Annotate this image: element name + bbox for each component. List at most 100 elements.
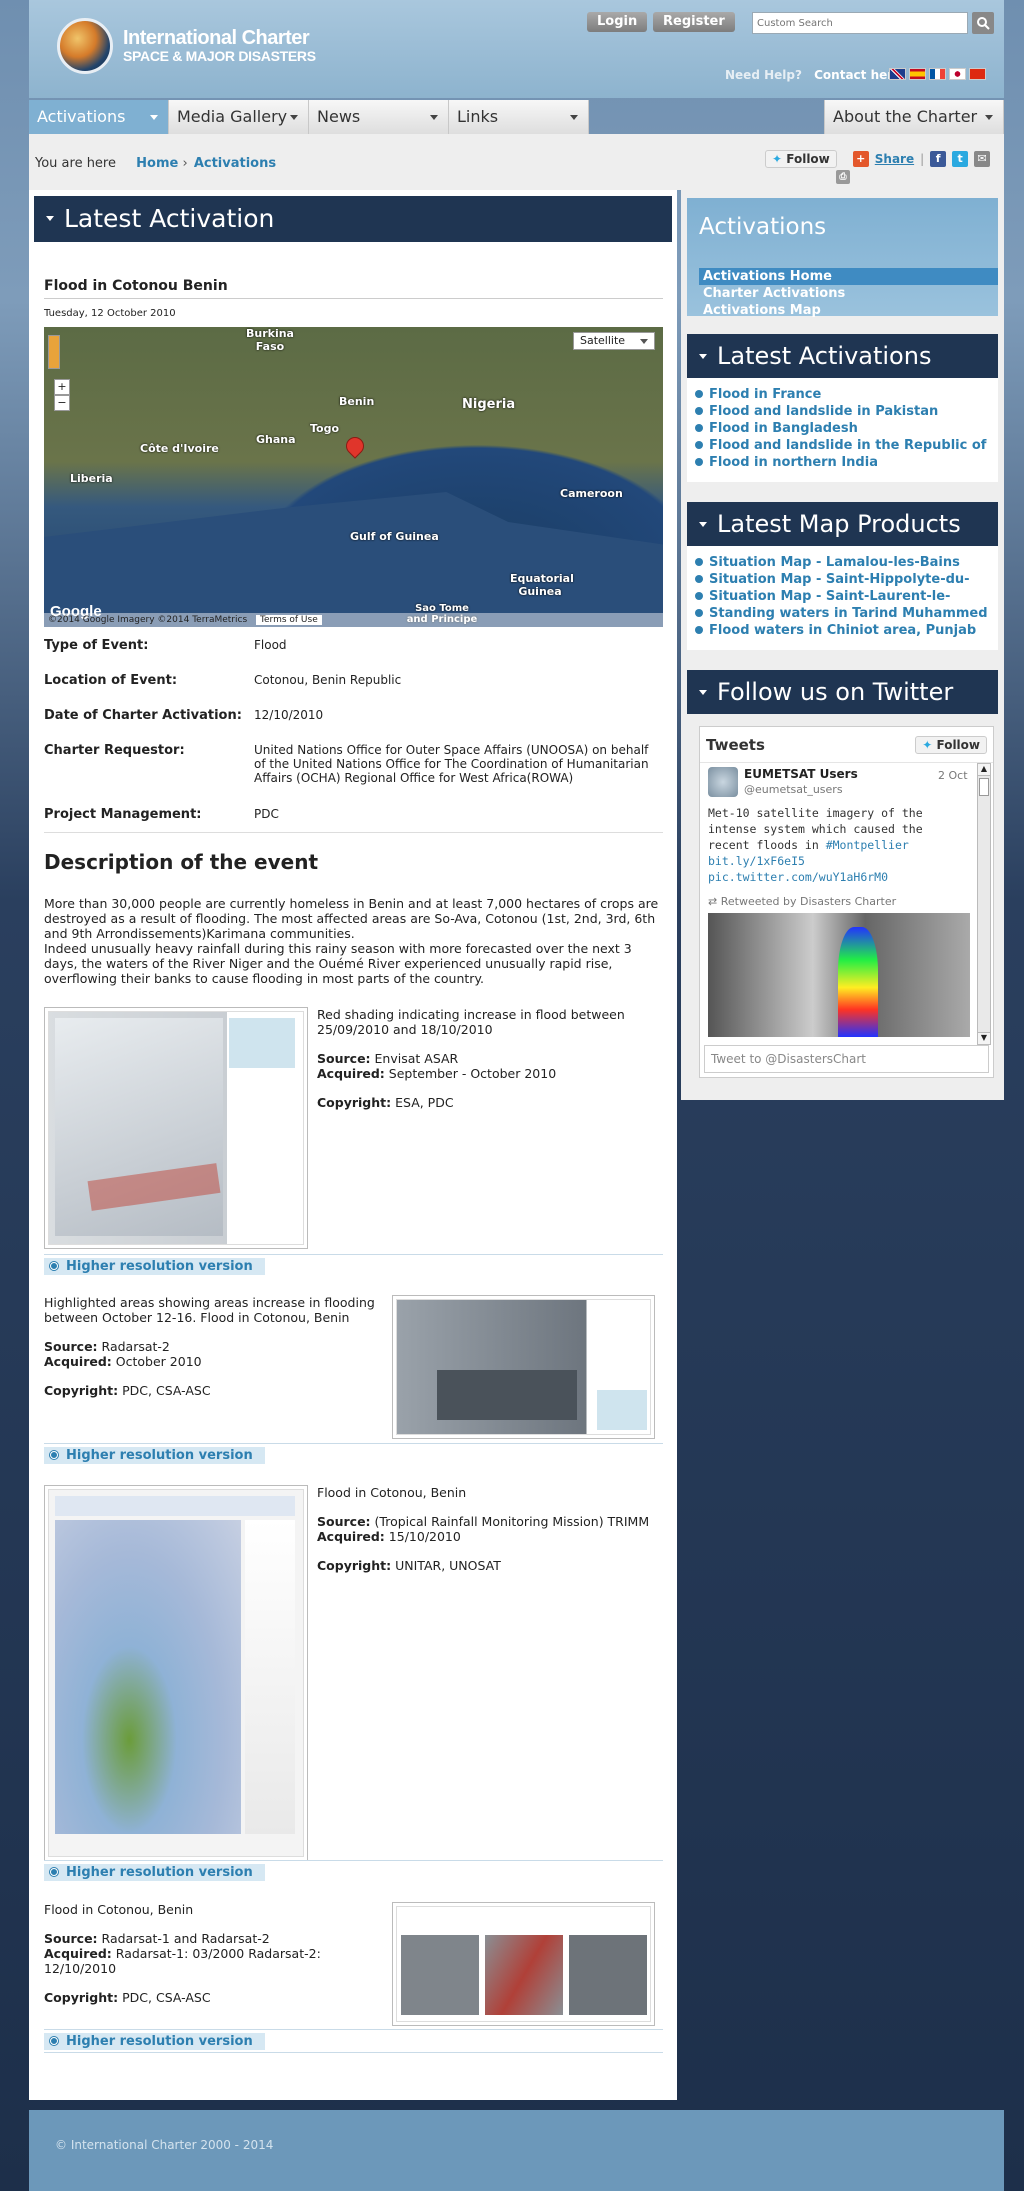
list-item[interactable]: Situation Map - Lamalou-les-Bains bbox=[695, 554, 990, 571]
breadcrumb-activations[interactable]: Activations bbox=[194, 156, 276, 171]
zoom-out-icon[interactable]: − bbox=[54, 395, 70, 411]
login-button[interactable]: Login bbox=[587, 12, 648, 32]
sidebar-item-activations-map[interactable]: Activations Map bbox=[699, 302, 998, 319]
twitter-icon[interactable]: t bbox=[952, 151, 969, 167]
tweet-link[interactable]: bit.ly/1xF6eI5 bbox=[708, 854, 805, 868]
twitter-heading: Follow us on Twitter bbox=[687, 670, 998, 714]
higher-resolution-link[interactable]: Higher resolution version bbox=[44, 2029, 663, 2053]
chevron-down-icon bbox=[699, 690, 707, 695]
map-product-thumbnail[interactable] bbox=[392, 1295, 655, 1439]
list-item[interactable]: Situation Map - Saint-Hippolyte-du- bbox=[695, 571, 990, 588]
language-flags bbox=[889, 68, 986, 80]
activation-title: Flood in Cotonou Benin bbox=[44, 278, 663, 299]
tweet-date[interactable]: 2 Oct bbox=[938, 769, 968, 782]
flag-fr-icon[interactable] bbox=[929, 68, 946, 80]
zoom-in-icon[interactable]: + bbox=[54, 379, 70, 395]
scroll-thumb[interactable] bbox=[979, 778, 989, 796]
scroll-down-icon[interactable]: ▼ bbox=[978, 1032, 990, 1044]
main-nav: Activations Media Gallery News Links Abo… bbox=[29, 100, 1004, 134]
site-footer: © International Charter 2000 - 2014 bbox=[29, 2110, 1004, 2191]
detail-row: Date of Charter Activation: 12/10/2010 bbox=[44, 708, 663, 743]
chevron-down-icon bbox=[985, 115, 993, 120]
activation-date: Tuesday, 12 October 2010 bbox=[44, 308, 176, 319]
map-attribution: ©2014 Google Imagery ©2014 TerraMetrics … bbox=[44, 613, 663, 627]
register-button[interactable]: Register bbox=[653, 12, 735, 32]
latest-map-products-heading: Latest Map Products bbox=[687, 502, 998, 546]
nav-links[interactable]: Links bbox=[449, 100, 589, 134]
tweet-handle[interactable]: @eumetsat_users bbox=[744, 783, 843, 796]
bullet-icon bbox=[50, 1262, 58, 1270]
hashtag-link[interactable]: #Montpellier bbox=[826, 838, 909, 852]
tweets-title: Tweets bbox=[706, 735, 765, 754]
list-item[interactable]: Flood waters in Chiniot area, Punjab bbox=[695, 622, 990, 639]
twitter-widget: Tweets ✦ Follow EUMETSAT Users @eumetsat… bbox=[699, 726, 994, 1078]
pegman-icon[interactable] bbox=[48, 335, 60, 369]
tweet-image-link[interactable]: pic.twitter.com/wuY1aH6rM0 bbox=[708, 870, 888, 884]
email-icon[interactable]: ✉ bbox=[974, 151, 991, 167]
chevron-down-icon bbox=[640, 339, 648, 344]
latest-activations-list: Flood in France Flood and landslide in P… bbox=[687, 378, 998, 482]
map-product-thumbnail[interactable] bbox=[44, 1007, 308, 1249]
tweet-scrollbar[interactable]: ▲ ▼ bbox=[977, 763, 991, 1045]
scroll-up-icon[interactable]: ▲ bbox=[978, 764, 990, 776]
tweet-author[interactable]: EUMETSAT Users bbox=[744, 767, 858, 781]
search-box bbox=[752, 12, 994, 34]
list-item[interactable]: Standing waters in Tarind Muhammed bbox=[695, 605, 990, 622]
tweet-compose-input[interactable]: Tweet to @DisastersChart bbox=[704, 1045, 989, 1073]
map-product-thumbnail[interactable] bbox=[44, 1485, 308, 1861]
site-header: International Charter SPACE & MAJOR DISA… bbox=[29, 0, 1004, 98]
logo-title: International Charter bbox=[123, 27, 310, 50]
nav-activations[interactable]: Activations bbox=[29, 100, 169, 134]
activation-map[interactable]: Burkina Faso Benin Nigeria Togo Ghana Cô… bbox=[44, 327, 663, 627]
flag-jp-icon[interactable] bbox=[949, 68, 966, 80]
share-bar: ✦ Follow + Share | f t ✉ bbox=[765, 150, 991, 168]
bullet-icon bbox=[50, 1451, 58, 1459]
activations-menu-title: Activations bbox=[699, 214, 827, 240]
flag-es-icon[interactable] bbox=[909, 68, 926, 80]
print-icon[interactable]: ⎙ bbox=[836, 170, 850, 184]
chevron-down-icon bbox=[699, 522, 707, 527]
list-item[interactable]: Flood and landslide in Pakistan bbox=[695, 403, 990, 420]
list-item[interactable]: Situation Map - Saint-Laurent-le- bbox=[695, 588, 990, 605]
location-pin-icon[interactable] bbox=[342, 433, 368, 459]
retweet-icon: ⇄ bbox=[708, 895, 718, 908]
detail-row: Project Management: PDC bbox=[44, 807, 663, 833]
flag-uk-icon[interactable] bbox=[889, 68, 906, 80]
map-type-select[interactable]: Satellite bbox=[573, 332, 655, 350]
twitter-follow-button[interactable]: ✦ Follow bbox=[765, 150, 837, 168]
higher-resolution-link[interactable]: Higher resolution version bbox=[44, 1254, 663, 1275]
list-item[interactable]: Flood in northern India bbox=[695, 454, 990, 471]
description-heading: Description of the event bbox=[44, 850, 319, 874]
chevron-down-icon bbox=[430, 115, 438, 120]
chevron-down-icon bbox=[150, 115, 158, 120]
breadcrumb-home[interactable]: Home bbox=[136, 156, 178, 171]
share-plus-icon[interactable]: + bbox=[852, 151, 869, 167]
sidebar: Activations Activations Home Charter Act… bbox=[681, 190, 1004, 1100]
detail-row: Type of Event: Flood bbox=[44, 638, 663, 673]
list-item[interactable]: Flood in France bbox=[695, 386, 990, 403]
tweet-image[interactable] bbox=[708, 913, 970, 1037]
sidebar-item-charter-activations[interactable]: Charter Activations bbox=[699, 285, 998, 302]
bullet-icon bbox=[50, 2037, 58, 2045]
higher-resolution-link[interactable]: Higher resolution version bbox=[44, 1860, 663, 1881]
flag-cn-icon[interactable] bbox=[969, 68, 986, 80]
higher-resolution-link[interactable]: Higher resolution version bbox=[44, 1443, 663, 1464]
twitter-follow-button[interactable]: ✦ Follow bbox=[915, 735, 987, 754]
search-icon[interactable] bbox=[972, 12, 994, 34]
globe-logo-icon bbox=[57, 18, 113, 74]
nav-about[interactable]: About the Charter bbox=[824, 100, 1004, 134]
avatar[interactable] bbox=[708, 767, 738, 797]
map-product-thumbnail[interactable] bbox=[392, 1902, 655, 2026]
nav-media-gallery[interactable]: Media Gallery bbox=[169, 100, 309, 134]
search-input[interactable] bbox=[752, 12, 969, 34]
facebook-icon[interactable]: f bbox=[930, 151, 947, 167]
list-item[interactable]: Flood in Bangladesh bbox=[695, 420, 990, 437]
twitter-bird-icon: ✦ bbox=[772, 152, 783, 166]
nav-news[interactable]: News bbox=[309, 100, 449, 134]
list-item[interactable]: Flood and landslide in the Republic of bbox=[695, 437, 990, 454]
charter-logo[interactable]: International Charter SPACE & MAJOR DISA… bbox=[57, 18, 316, 74]
sidebar-item-activations-home[interactable]: Activations Home bbox=[699, 268, 998, 285]
terms-link[interactable]: Terms of Use bbox=[256, 615, 322, 625]
share-link[interactable]: Share bbox=[875, 152, 914, 166]
detail-row: Location of Event: Cotonou, Benin Republ… bbox=[44, 673, 663, 708]
